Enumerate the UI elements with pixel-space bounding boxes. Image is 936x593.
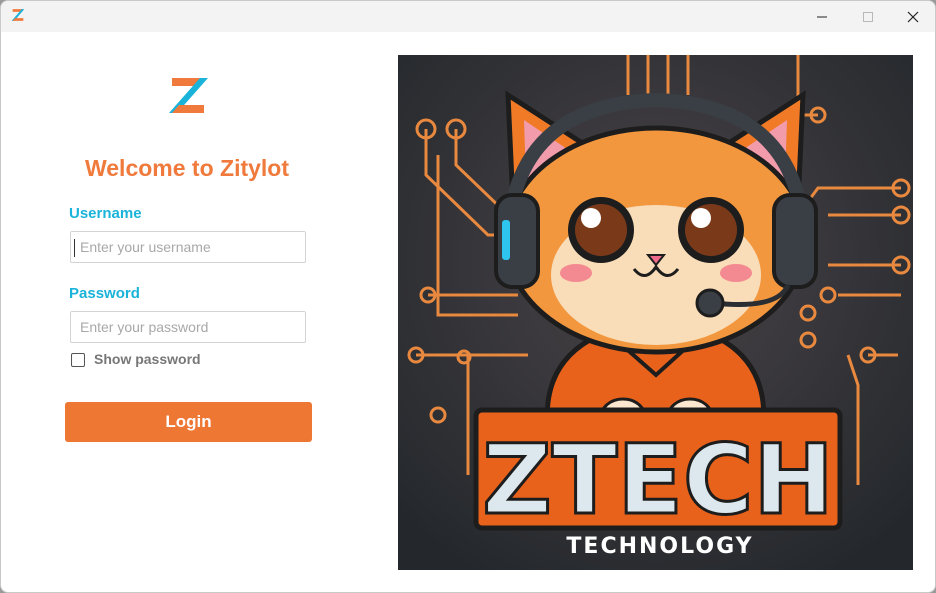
username-input[interactable] [70, 231, 306, 263]
artwork-tagline: TECHNOLOGY [566, 534, 753, 559]
close-button[interactable] [890, 1, 935, 32]
login-button[interactable]: Login [65, 402, 312, 442]
show-password-label[interactable]: Show password [94, 351, 201, 367]
zitylot-logo [169, 78, 208, 113]
app-logo-icon [11, 9, 25, 21]
close-icon [907, 11, 919, 22]
maximize-icon [863, 11, 873, 22]
app-window: Welcome to Zitylot Username Password Sho… [0, 0, 936, 593]
show-password-checkbox[interactable] [71, 353, 85, 367]
text-cursor [74, 239, 75, 257]
welcome-title: Welcome to Zitylot [84, 155, 290, 181]
artwork-brand: ZTECH [482, 424, 833, 536]
maximize-button[interactable] [845, 1, 891, 32]
minimize-icon [817, 16, 827, 17]
minimize-button[interactable] [799, 1, 845, 32]
password-label: Password [69, 285, 140, 302]
username-label: Username [69, 205, 142, 222]
ztech-cat-artwork: ZTECH TECHNOLOGY [398, 55, 913, 570]
title-bar[interactable] [1, 1, 935, 32]
password-input[interactable] [70, 311, 306, 343]
